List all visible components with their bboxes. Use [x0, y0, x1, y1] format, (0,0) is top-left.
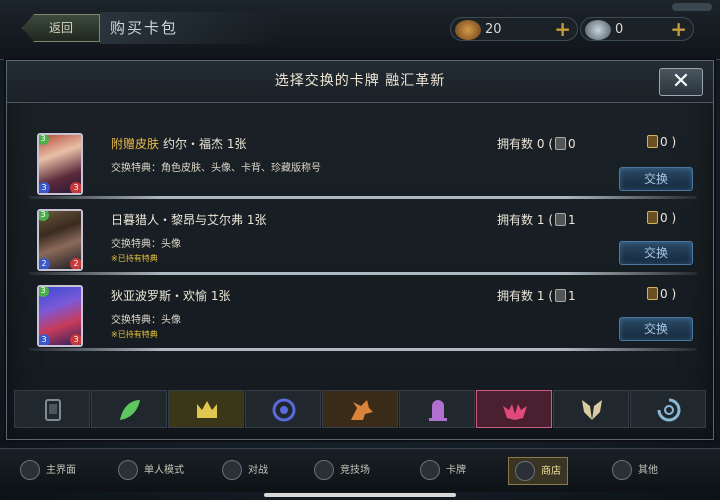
- leaf-icon: [120, 400, 140, 420]
- home-indicator: [264, 493, 456, 497]
- bottom-navigation: 主界面 单人模式 对战 竞技场 卡牌 商店 其他: [0, 448, 720, 492]
- modal-header: 选择交换的卡牌 融汇革新 ✕: [7, 61, 713, 103]
- cards-icon: [420, 460, 440, 480]
- tab-portal[interactable]: [630, 390, 706, 428]
- page-title: 购买卡包: [100, 12, 280, 44]
- crossed-swords-icon: [222, 460, 242, 480]
- card-cost: 3: [39, 287, 49, 297]
- card-thumbnail[interactable]: 3 2 2: [37, 209, 83, 271]
- card-defense: 3: [70, 182, 81, 193]
- nav-shop[interactable]: 商店: [508, 457, 568, 485]
- dragon-icon: [351, 400, 373, 420]
- card-attack: 2: [39, 258, 50, 269]
- class-filter-tabs: [14, 390, 706, 430]
- crystal-amount: 20: [485, 22, 502, 37]
- exchange-button[interactable]: 交换: [619, 167, 693, 191]
- add-crystal-button[interactable]: +: [554, 18, 571, 40]
- arena-icon: [314, 460, 334, 480]
- owned-premium-count: 0 ): [645, 135, 676, 149]
- tab-shadow[interactable]: [399, 390, 475, 428]
- normal-card-icon: [555, 137, 566, 150]
- tab-blood[interactable]: [476, 390, 552, 428]
- tab-neutral[interactable]: [14, 390, 90, 428]
- card-cost: 3: [39, 135, 49, 145]
- nav-home[interactable]: 主界面: [20, 457, 76, 485]
- crystal-icon: [455, 20, 481, 40]
- exchange-modal: 选择交换的卡牌 融汇革新 ✕ 3 3 3 附赠皮肤 约尔・福杰 1张 拥有数 0 …: [6, 60, 714, 440]
- exchange-bonus: 交换特典：角色皮肤、头像、卡背、珍藏版称号: [111, 163, 321, 174]
- exchange-bonus: 交换特典：头像: [111, 239, 181, 250]
- portal-swirl-icon: [657, 398, 681, 422]
- normal-card-icon: [555, 213, 566, 226]
- rupie-currency: 0 +: [580, 17, 694, 41]
- gift-skin-label: 附赠皮肤: [111, 137, 160, 151]
- bat-wings-icon: [503, 404, 527, 420]
- tab-rune[interactable]: [245, 390, 321, 428]
- card-thumbnail[interactable]: 3 3 3: [37, 285, 83, 347]
- card-defense: 2: [70, 258, 81, 269]
- card-row: 3 3 3 附赠皮肤 约尔・福杰 1张 拥有数 0 (0 0 ) 交换特典：角色皮…: [29, 129, 697, 199]
- add-rupie-button[interactable]: +: [670, 18, 687, 40]
- nav-other[interactable]: 其他: [612, 457, 658, 485]
- already-owned-note: ※已持有特典: [111, 330, 158, 339]
- close-button[interactable]: ✕: [659, 68, 703, 96]
- close-icon: ✕: [671, 69, 691, 94]
- rune-emblem-icon: [272, 398, 296, 422]
- exchange-bonus: 交换特典：头像: [111, 315, 181, 326]
- angel-wings-icon: [582, 400, 602, 420]
- tab-sword[interactable]: [168, 390, 244, 428]
- row-divider: [29, 272, 697, 275]
- card-name: 狄亚波罗斯・欢愉 1张: [111, 289, 231, 303]
- nav-arena[interactable]: 竞技场: [314, 457, 370, 485]
- card-cost: 3: [39, 211, 49, 221]
- premium-card-icon: [647, 211, 658, 224]
- tab-dragon[interactable]: [322, 390, 398, 428]
- premium-card-icon: [647, 135, 658, 148]
- crown-icon: [197, 401, 217, 418]
- card-attack: 3: [39, 334, 50, 345]
- row-divider: [29, 348, 697, 351]
- tab-haven[interactable]: [553, 390, 629, 428]
- normal-card-icon: [555, 289, 566, 302]
- card-defense: 3: [70, 334, 81, 345]
- card-name: 日暮猎人・黎昂与艾尔弗 1张: [111, 213, 267, 227]
- tab-forest[interactable]: [91, 390, 167, 428]
- rupie-amount: 0: [615, 22, 624, 37]
- card-row: 3 3 3 狄亚波罗斯・欢愉 1张 拥有数 1 (1 0 ) 交换特典：头像 ※…: [29, 281, 697, 351]
- card-row: 3 2 2 日暮猎人・黎昂与艾尔弗 1张 拥有数 1 (1 0 ) 交换特典：头…: [29, 205, 697, 275]
- rupie-icon: [585, 20, 611, 40]
- shop-icon: [515, 461, 535, 481]
- already-owned-note: ※已持有特典: [111, 254, 158, 263]
- owned-premium-count: 0 ): [645, 211, 676, 225]
- gravestone-icon: [429, 400, 447, 421]
- card-thumbnail[interactable]: 3 3 3: [37, 133, 83, 195]
- modal-title: 选择交换的卡牌 融汇革新: [274, 73, 446, 89]
- owned-premium-count: 0 ): [645, 287, 676, 301]
- owned-count: 拥有数 1 (1: [497, 289, 576, 303]
- row-divider: [29, 196, 697, 199]
- owned-count: 拥有数 1 (1: [497, 213, 576, 227]
- owned-count: 拥有数 0 (0: [497, 137, 576, 151]
- exchange-button[interactable]: 交换: [619, 317, 693, 341]
- exchange-button[interactable]: 交换: [619, 241, 693, 265]
- solo-mode-icon: [118, 460, 138, 480]
- card-attack: 3: [39, 182, 50, 193]
- top-bar: 返回 购买卡包 20 + 0 +: [0, 0, 720, 60]
- back-button[interactable]: 返回: [22, 14, 100, 42]
- nav-battle[interactable]: 对战: [222, 457, 268, 485]
- premium-card-icon: [647, 287, 658, 300]
- status-indicator: [672, 3, 712, 11]
- crystal-currency: 20 +: [450, 17, 578, 41]
- other-icon: [612, 460, 632, 480]
- home-icon: [20, 460, 40, 480]
- nav-cards[interactable]: 卡牌: [420, 457, 466, 485]
- nav-solo[interactable]: 单人模式: [118, 457, 184, 485]
- card-name: 附赠皮肤 约尔・福杰 1张: [111, 137, 247, 151]
- neutral-card-icon: [45, 399, 61, 421]
